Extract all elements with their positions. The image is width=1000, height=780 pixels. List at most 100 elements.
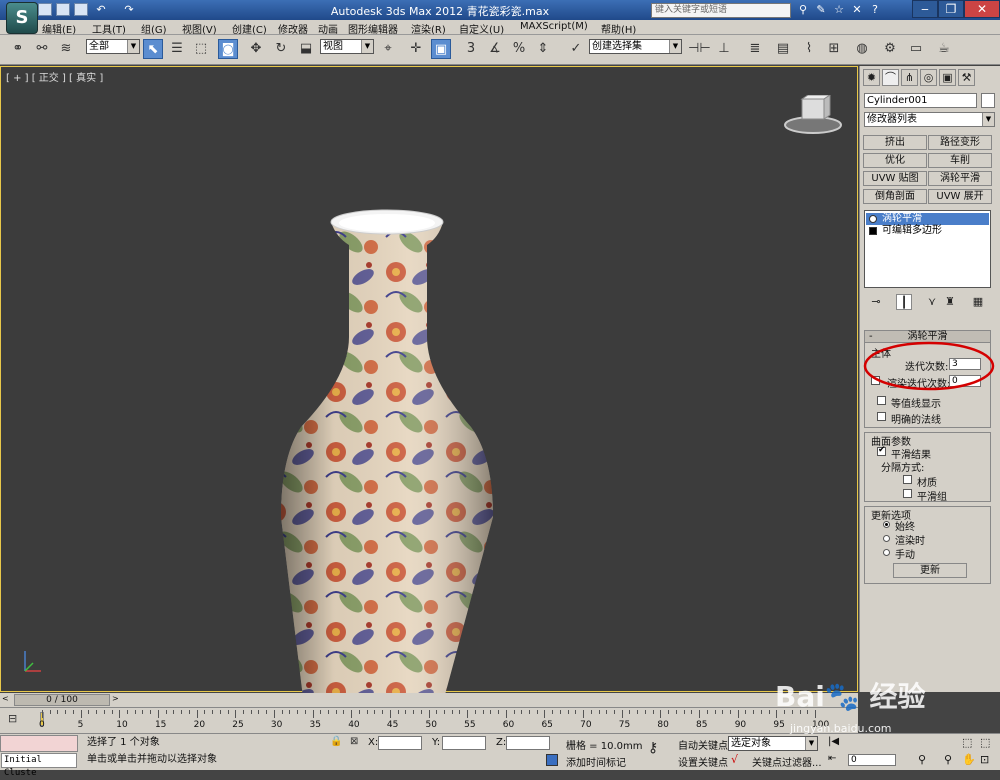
- snaps-toggle-icon[interactable]: 3: [461, 39, 481, 59]
- maxscript-listener[interactable]: [0, 735, 78, 752]
- modifier-button-bevel-profile[interactable]: 倒角剖面: [863, 189, 927, 204]
- material-editor-icon[interactable]: ◍: [852, 39, 872, 59]
- menu-graph-editors[interactable]: 图形编辑器: [348, 21, 398, 36]
- mirror-icon[interactable]: ⊣⊢: [688, 39, 711, 59]
- menu-edit[interactable]: 编辑(E): [42, 21, 76, 36]
- bind-space-warp-icon[interactable]: ≋: [56, 39, 76, 59]
- app-logo-icon[interactable]: S: [6, 2, 38, 34]
- star-icon[interactable]: ☆: [832, 3, 846, 17]
- new-file-icon[interactable]: [38, 3, 52, 16]
- display-tab-icon[interactable]: ▣: [939, 69, 956, 86]
- menu-create[interactable]: 创建(C): [232, 21, 267, 36]
- curve-editor-icon[interactable]: ⌇: [799, 39, 819, 59]
- keyboard-shortcut-icon[interactable]: ▣: [431, 39, 451, 59]
- move-icon[interactable]: ✥: [246, 39, 266, 59]
- x-coord-input[interactable]: [378, 736, 422, 750]
- menu-modifiers[interactable]: 修改器: [278, 21, 308, 36]
- motion-tab-icon[interactable]: ◎: [920, 69, 937, 86]
- ref-coord-dropdown[interactable]: 视图 ▼: [320, 39, 374, 54]
- add-time-tag[interactable]: 添加时间标记: [566, 754, 626, 769]
- prev-frame-icon[interactable]: <: [2, 694, 12, 706]
- key-mode-toggle-icon[interactable]: ⇤: [828, 753, 842, 767]
- zoom-all-icon[interactable]: ⚲: [944, 753, 958, 767]
- render-production-icon[interactable]: ☕: [934, 39, 954, 59]
- search-input[interactable]: 键入关键字或短语: [651, 3, 791, 18]
- link-icon[interactable]: ⚭: [8, 39, 28, 59]
- stack-item-turbosmooth[interactable]: 涡轮平滑: [866, 213, 989, 225]
- menu-customize[interactable]: 自定义(U): [459, 21, 504, 36]
- lock-icon[interactable]: 🔒: [330, 736, 342, 748]
- utilities-tab-icon[interactable]: ⚒: [958, 69, 975, 86]
- spinner-snap-icon[interactable]: ⇕: [533, 39, 553, 59]
- viewport-perspective[interactable]: [ + ] [ 正交 ] [ 真实 ]: [0, 66, 858, 729]
- smoothing-groups-checkbox[interactable]: [903, 489, 912, 498]
- expand-icon[interactable]: [869, 227, 877, 235]
- help-icon[interactable]: ?: [868, 3, 882, 17]
- scale-icon[interactable]: ⬓: [296, 39, 316, 59]
- close-button[interactable]: ✕: [964, 0, 1000, 18]
- key-icon[interactable]: ⚷: [648, 740, 670, 760]
- auto-key-button[interactable]: 自动关键点: [678, 737, 728, 752]
- stack-item-editable-poly[interactable]: 可编辑多边形: [866, 225, 989, 237]
- go-to-start-icon[interactable]: |◀: [828, 736, 848, 750]
- manual-radio[interactable]: [883, 549, 890, 556]
- select-by-name-icon[interactable]: ☰: [167, 39, 187, 59]
- selection-filter-dropdown[interactable]: 全部 ▼: [86, 39, 140, 54]
- save-icon[interactable]: [74, 3, 88, 16]
- material-checkbox[interactable]: [903, 475, 912, 484]
- pin-icon[interactable]: ✕: [850, 3, 864, 17]
- key-filter-icon[interactable]: √: [731, 753, 747, 767]
- select-object-icon[interactable]: ⬉: [143, 39, 163, 59]
- viewcube-icon[interactable]: [783, 95, 843, 135]
- transform-mode-icon[interactable]: ⊠: [350, 736, 362, 748]
- zoom-extents-icon[interactable]: ⬚: [962, 736, 976, 750]
- rotate-icon[interactable]: ↻: [271, 39, 291, 59]
- menu-rendering[interactable]: 渲染(R): [411, 21, 446, 36]
- rendered-frame-icon[interactable]: ▭: [906, 39, 926, 59]
- modifier-button-uvw-map[interactable]: UVW 贴图: [863, 171, 927, 186]
- menu-help[interactable]: 帮助(H): [601, 21, 636, 36]
- edit-named-selection-icon[interactable]: ✓: [566, 39, 586, 59]
- maxscript-input[interactable]: Initial Cluste: [1, 753, 77, 778]
- pan-icon[interactable]: ✋: [962, 753, 976, 767]
- maximize-button[interactable]: ❐: [938, 0, 964, 18]
- minimize-button[interactable]: ‒: [912, 0, 938, 18]
- current-frame-spinner[interactable]: 0: [848, 754, 896, 766]
- next-frame-icon[interactable]: >: [112, 694, 122, 706]
- menu-animation[interactable]: 动画: [318, 21, 338, 36]
- create-tab-icon[interactable]: ✹: [863, 69, 880, 86]
- zoom-extents-all-icon[interactable]: ⬚: [980, 736, 994, 750]
- menu-group[interactable]: 组(G): [141, 21, 167, 36]
- select-manipulate-icon[interactable]: ✛: [406, 39, 426, 59]
- y-coord-input[interactable]: [442, 736, 486, 750]
- undo-icon[interactable]: ↶: [94, 3, 108, 17]
- track-bar[interactable]: ⊟ 0 5 10 15 20 25 30 35 40 45 50 55 60 65 70 75 80 85 90 95…: [0, 707, 858, 733]
- object-color-swatch[interactable]: [981, 93, 995, 108]
- menu-views[interactable]: 视图(V): [182, 21, 217, 36]
- object-name-field[interactable]: Cylinder001: [864, 93, 977, 108]
- redo-icon[interactable]: ↷: [122, 3, 136, 17]
- time-tag-icon[interactable]: [546, 754, 558, 766]
- modifier-button-path-deform[interactable]: 路径变形: [928, 135, 992, 150]
- binoculars-icon[interactable]: ⚲: [796, 3, 810, 17]
- make-unique-icon[interactable]: ⋎: [924, 294, 940, 310]
- graphite-tools-icon[interactable]: ▤: [773, 39, 793, 59]
- modifier-button-optimize[interactable]: 优化: [863, 153, 927, 168]
- modify-tab-icon[interactable]: ⌒: [882, 69, 899, 86]
- render-setup-icon[interactable]: ⚙: [880, 39, 900, 59]
- pin-stack-icon[interactable]: ⊸: [868, 294, 884, 310]
- when-render-radio[interactable]: [883, 535, 890, 542]
- zoom-icon[interactable]: ⚲: [918, 753, 932, 767]
- z-coord-input[interactable]: [506, 736, 550, 750]
- layer-manager-icon[interactable]: ≣: [745, 39, 765, 59]
- modifier-button-extrude[interactable]: 挤出: [863, 135, 927, 150]
- open-file-icon[interactable]: [56, 3, 70, 16]
- window-crossing-icon[interactable]: ◙: [218, 39, 238, 59]
- menu-maxscript[interactable]: MAXScript(M): [520, 21, 588, 32]
- modifier-button-turbosmooth[interactable]: 涡轮平滑: [928, 171, 992, 186]
- rect-selection-icon[interactable]: ⬚: [191, 39, 211, 59]
- isoline-checkbox[interactable]: [877, 396, 886, 405]
- percent-snap-icon[interactable]: %: [509, 39, 529, 59]
- modifier-list-dropdown[interactable]: 修改器列表 ▼: [864, 112, 995, 127]
- always-radio[interactable]: [883, 521, 890, 528]
